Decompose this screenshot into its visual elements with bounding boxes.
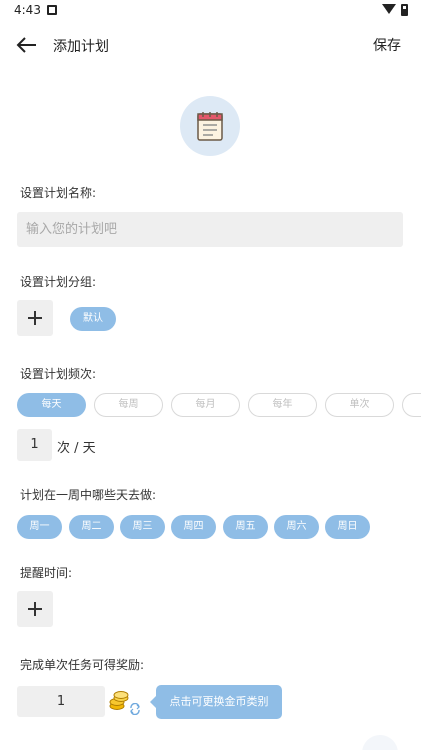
plan-group-label: 设置计划分组: [20, 275, 97, 289]
reminder-label: 提醒时间: [20, 566, 73, 580]
group-chip-default[interactable]: 默认 [70, 307, 116, 331]
frequency-daily[interactable]: 每天 [17, 393, 86, 417]
notepad-icon [197, 112, 223, 141]
plan-icon-button[interactable] [180, 96, 240, 156]
floating-button-partial[interactable] [362, 735, 398, 750]
weekday-mon[interactable]: 周一 [17, 515, 62, 539]
reward-amount-input[interactable]: 1 [17, 686, 105, 717]
plan-frequency-label: 设置计划频次: [20, 367, 97, 381]
coin-type-tooltip[interactable]: 点击可更换金币类别 [150, 685, 282, 719]
weekday-thu[interactable]: 周四 [171, 515, 216, 539]
frequency-more-chip[interactable] [402, 393, 421, 417]
wifi-icon [382, 4, 396, 14]
weekday-wed[interactable]: 周三 [120, 515, 165, 539]
weekday-sat[interactable]: 周六 [274, 515, 319, 539]
plan-name-label: 设置计划名称: [20, 186, 97, 200]
page-title: 添加计划 [53, 39, 109, 55]
app-bar: 添加计划 保存 [0, 22, 421, 68]
frequency-once[interactable]: 单次 [325, 393, 394, 417]
plan-name-input[interactable] [17, 212, 403, 247]
reward-label: 完成单次任务可得奖励: [20, 658, 145, 672]
status-time: 4:43 [14, 3, 41, 17]
back-arrow-icon[interactable] [14, 34, 40, 56]
save-button[interactable]: 保存 [373, 35, 401, 55]
frequency-weekly[interactable]: 每周 [94, 393, 163, 417]
weekday-sun[interactable]: 周日 [325, 515, 370, 539]
add-reminder-button[interactable] [17, 591, 53, 627]
notification-icon [47, 5, 57, 15]
coin-icon[interactable] [108, 690, 130, 712]
battery-icon [401, 4, 408, 16]
frequency-count-input[interactable]: 1 [17, 429, 52, 461]
weekdays-label: 计划在一周中哪些天去做: [20, 488, 157, 502]
weekday-fri[interactable]: 周五 [223, 515, 268, 539]
add-group-button[interactable] [17, 300, 53, 336]
frequency-unit: 次 / 天 [57, 441, 96, 456]
weekday-tue[interactable]: 周二 [69, 515, 114, 539]
status-bar: 4:43 [0, 0, 421, 22]
frequency-yearly[interactable]: 每年 [248, 393, 317, 417]
swap-icon[interactable] [129, 703, 141, 715]
frequency-monthly[interactable]: 每月 [171, 393, 240, 417]
